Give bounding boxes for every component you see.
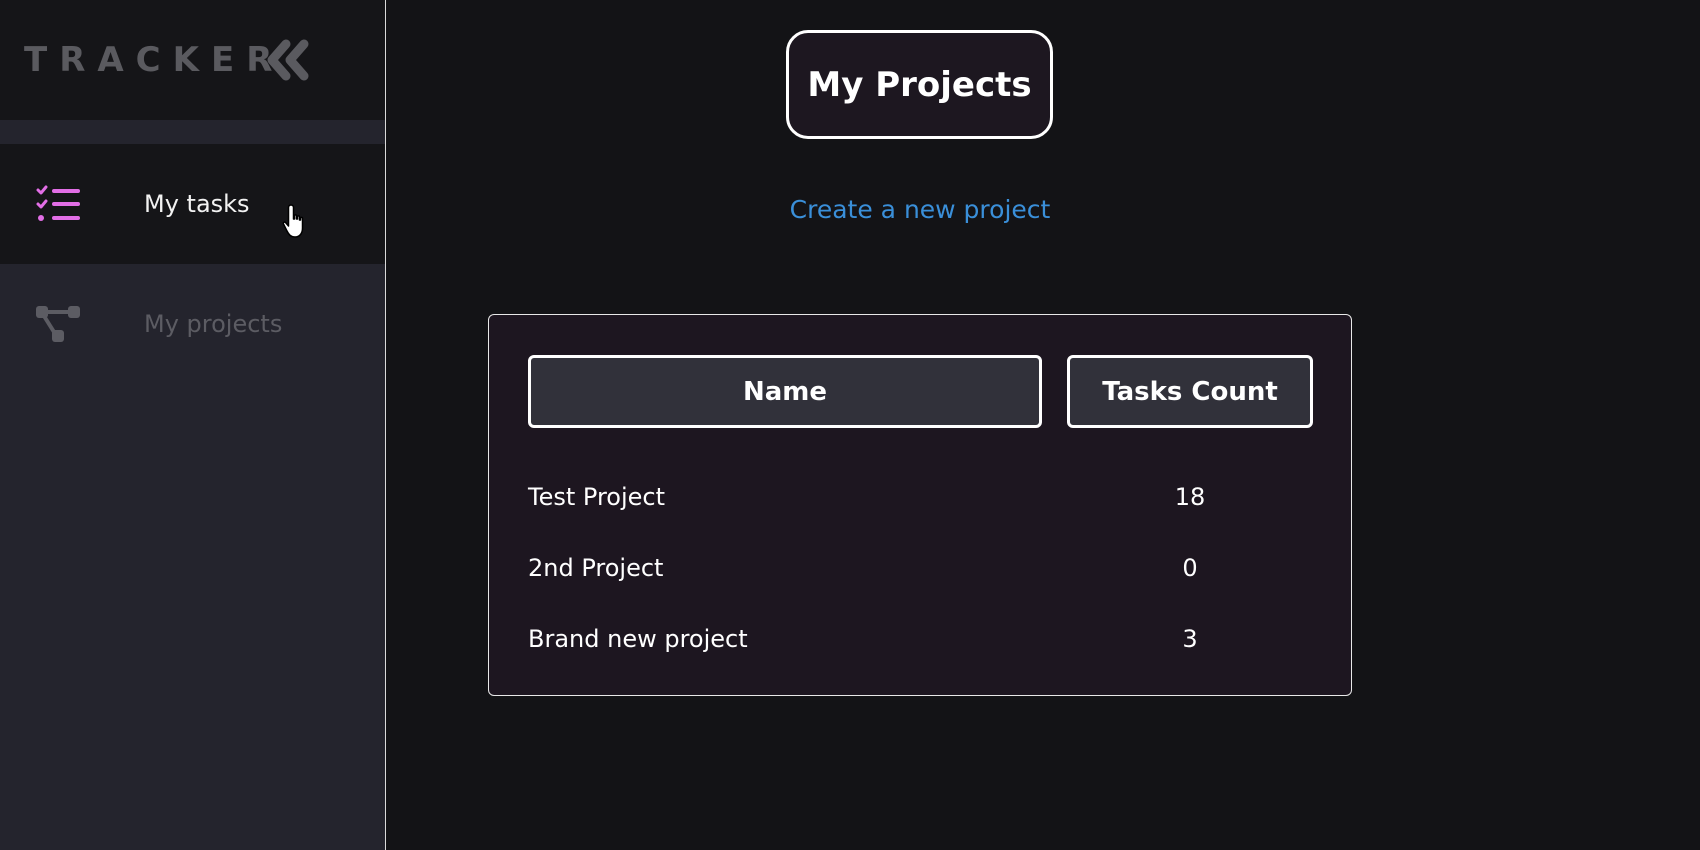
table-row[interactable]: Brand new project 3 <box>528 619 1313 659</box>
sidebar-header: TRACKER <box>0 0 385 120</box>
projects-table: Name Tasks Count Test Project 18 2nd Pro… <box>488 314 1352 696</box>
project-name: Test Project <box>528 483 666 511</box>
project-tree-icon <box>36 306 80 342</box>
sidebar-item-label: My projects <box>144 310 283 338</box>
sidebar-item-my-projects[interactable]: My projects <box>0 264 385 384</box>
table-row[interactable]: 2nd Project 0 <box>528 548 1313 588</box>
create-project-link[interactable]: Create a new project <box>700 192 1140 228</box>
table-row[interactable]: Test Project 18 <box>528 477 1313 517</box>
project-name: Brand new project <box>528 625 748 653</box>
hand-cursor-icon <box>282 204 304 238</box>
tasks-count: 0 <box>1182 554 1198 582</box>
tasks-count: 18 <box>1174 483 1206 511</box>
page-title: My Projects <box>786 30 1053 139</box>
sidebar-item-label: My tasks <box>144 190 250 218</box>
app-root: TRACKER My tasks My projects My Projects… <box>0 0 1700 850</box>
column-header-tasks-count[interactable]: Tasks Count <box>1067 355 1313 428</box>
double-chevron-left-icon[interactable] <box>264 38 314 82</box>
task-list-icon <box>36 185 80 221</box>
brand-logo: TRACKER <box>24 40 285 80</box>
tasks-count: 3 <box>1182 625 1198 653</box>
sidebar: TRACKER My tasks My projects <box>0 0 386 850</box>
column-header-name[interactable]: Name <box>528 355 1042 428</box>
sidebar-item-my-tasks[interactable]: My tasks <box>0 144 385 264</box>
project-name: 2nd Project <box>528 554 664 582</box>
